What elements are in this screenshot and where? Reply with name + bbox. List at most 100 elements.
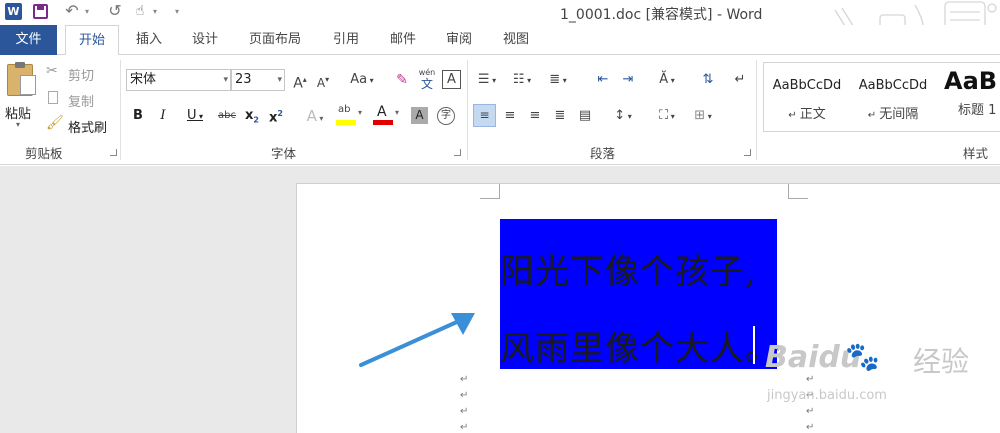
redo-icon[interactable]: ↺ xyxy=(105,1,125,21)
touch-dropdown-icon[interactable]: ▾ xyxy=(150,2,160,22)
document-line-2[interactable]: 风雨里像个大人。 xyxy=(500,321,780,370)
text-effects-button[interactable]: A ▾ xyxy=(300,106,330,129)
font-color-button[interactable]: A ▾ xyxy=(373,104,403,128)
sort-button[interactable]: ⇅ xyxy=(698,70,718,90)
annotation-arrow-icon xyxy=(359,313,475,367)
tab-view[interactable]: 视图 xyxy=(495,25,537,55)
grow-font-icon: A xyxy=(293,75,303,92)
save-icon[interactable] xyxy=(33,4,48,19)
styles-gallery: AaBbCcDd ↵ 正文 AaBbCcDd ↵ 无间隔 AaB 标题 1 xyxy=(763,62,1000,132)
tab-mailings[interactable]: 邮件 xyxy=(382,25,424,55)
undo-dropdown-icon[interactable]: ▾ xyxy=(82,2,92,22)
justify-button[interactable]: ≣ xyxy=(550,106,570,126)
group-divider xyxy=(756,60,757,160)
numbering-button[interactable]: ☷ ▾ xyxy=(508,70,536,91)
format-painter-label: 格式刷 xyxy=(68,121,108,136)
sort-icon: ⇅ xyxy=(702,72,714,87)
customize-qat-icon[interactable]: ▾ xyxy=(172,2,182,22)
chinese-layout-icon: Ă xyxy=(659,72,669,87)
underline-button[interactable]: U ▾ xyxy=(180,106,210,127)
style-heading-1[interactable]: AaB 标题 1 xyxy=(936,63,1000,131)
tab-references[interactable]: 引用 xyxy=(325,25,367,55)
group-label-clipboard: 剪贴板 xyxy=(25,146,63,161)
tab-home[interactable]: 开始 xyxy=(65,25,119,56)
tab-page-layout[interactable]: 页面布局 xyxy=(240,25,310,55)
clear-formatting-button[interactable]: ✎ xyxy=(392,70,412,90)
increase-indent-button[interactable]: ⇥ xyxy=(618,70,638,90)
shrink-font-button[interactable]: A▾ xyxy=(313,70,333,93)
shrink-font-icon: A xyxy=(316,76,326,90)
font-size-combo[interactable]: 23 ▾ xyxy=(231,69,285,91)
highlight-button[interactable]: ab ▾ xyxy=(336,104,366,128)
paragraph-mark: ↵ xyxy=(460,374,469,385)
paragraph-launcher-icon[interactable] xyxy=(744,149,751,156)
undo-icon[interactable]: ↶ xyxy=(62,1,82,21)
format-painter-button[interactable]: 🖌 格式刷 xyxy=(46,115,116,136)
font-launcher-icon[interactable] xyxy=(454,149,461,156)
align-right-button[interactable]: ≡ xyxy=(525,106,545,126)
highlighter-icon: ab xyxy=(338,104,351,115)
font-size-value: 23 xyxy=(235,72,252,87)
paste-button[interactable]: 粘贴 ▾ xyxy=(3,60,39,135)
multilevel-list-button[interactable]: ≣ ▾ xyxy=(543,70,573,91)
style-normal[interactable]: AaBbCcDd ↵ 正文 xyxy=(766,63,848,131)
italic-button[interactable]: I xyxy=(155,106,171,126)
tab-insert[interactable]: 插入 xyxy=(128,25,170,55)
style-name: 标题 1 xyxy=(958,103,997,118)
tab-file[interactable]: 文件 xyxy=(0,25,57,55)
paragraph-mark: ↵ xyxy=(460,422,469,433)
window-title: 1_0001.doc [兼容模式] - Word xyxy=(560,7,763,23)
tab-design[interactable]: 设计 xyxy=(184,25,226,55)
style-no-spacing[interactable]: AaBbCcDd ↵ 无间隔 xyxy=(852,63,934,131)
style-preview: AaB xyxy=(944,67,998,95)
align-center-button[interactable]: ≡ xyxy=(500,106,520,126)
subscript-button[interactable]: x2 xyxy=(243,106,261,131)
paragraph-mark: ↵ xyxy=(460,390,469,401)
show-marks-icon: ↵ xyxy=(734,72,746,87)
copy-label: 复制 xyxy=(68,95,95,110)
bold-icon: B xyxy=(133,108,143,123)
enclose-characters-button[interactable]: 字 xyxy=(437,107,455,125)
change-case-button[interactable]: Aa ▾ xyxy=(345,70,379,91)
paragraph-shading-button[interactable]: ⛶ ▾ xyxy=(652,106,682,127)
copy-button[interactable]: 复制 xyxy=(46,89,106,110)
paragraph-mark: ↵ xyxy=(806,422,815,433)
decrease-indent-icon: ⇤ xyxy=(597,72,609,87)
align-left-button[interactable]: ≡ xyxy=(473,104,496,127)
word-app-icon[interactable]: W xyxy=(5,3,22,20)
grow-font-button[interactable]: A▴ xyxy=(290,70,310,94)
clipboard-icon xyxy=(7,62,36,96)
character-border-icon: A xyxy=(447,72,456,87)
superscript-button[interactable]: x2 xyxy=(267,104,285,128)
phonetic-guide-button[interactable]: wén 文 xyxy=(416,68,438,92)
decrease-indent-button[interactable]: ⇤ xyxy=(593,70,613,90)
line-spacing-button[interactable]: ↕ ▾ xyxy=(608,106,638,127)
baidu-watermark: Baidu 🐾 经验 jingyan.baidu.com xyxy=(765,330,1000,410)
chevron-down-icon: ▾ xyxy=(277,75,282,85)
highlight-color-bar xyxy=(336,120,356,125)
scissors-icon: ✂ xyxy=(46,63,58,79)
strikethrough-button[interactable]: abc xyxy=(215,106,239,126)
clipboard-launcher-icon[interactable] xyxy=(110,149,117,156)
borders-button[interactable]: ⊞ ▾ xyxy=(688,106,718,127)
character-border-button[interactable]: A xyxy=(442,70,461,89)
touch-mode-icon[interactable]: ☝ xyxy=(131,1,149,21)
change-case-icon: Aa xyxy=(350,72,368,87)
chinese-layout-button[interactable]: Ă ▾ xyxy=(650,70,684,91)
bold-button[interactable]: B xyxy=(130,106,146,126)
justify-icon: ≣ xyxy=(554,108,566,123)
document-line-1[interactable]: 阳光下像个孩子, xyxy=(500,244,757,293)
cut-button[interactable]: ✂ 剪切 xyxy=(46,63,106,84)
distributed-button[interactable]: ▤ xyxy=(575,106,595,126)
strikethrough-icon: abc xyxy=(218,110,236,121)
phonetic-bottom: 文 xyxy=(420,77,433,91)
group-label-paragraph: 段落 xyxy=(590,146,616,161)
font-name-combo[interactable]: 宋体 ▾ xyxy=(126,69,231,91)
paint-bucket-icon: ⛶ xyxy=(659,108,669,123)
tab-review[interactable]: 审阅 xyxy=(438,25,480,55)
show-marks-button[interactable]: ↵ xyxy=(730,70,750,90)
bullets-button[interactable]: ☰ ▾ xyxy=(473,70,501,91)
character-shading-button[interactable]: A xyxy=(411,107,428,124)
line-spacing-icon: ↕ xyxy=(614,108,626,123)
brush-icon: 🖌 xyxy=(46,115,64,131)
